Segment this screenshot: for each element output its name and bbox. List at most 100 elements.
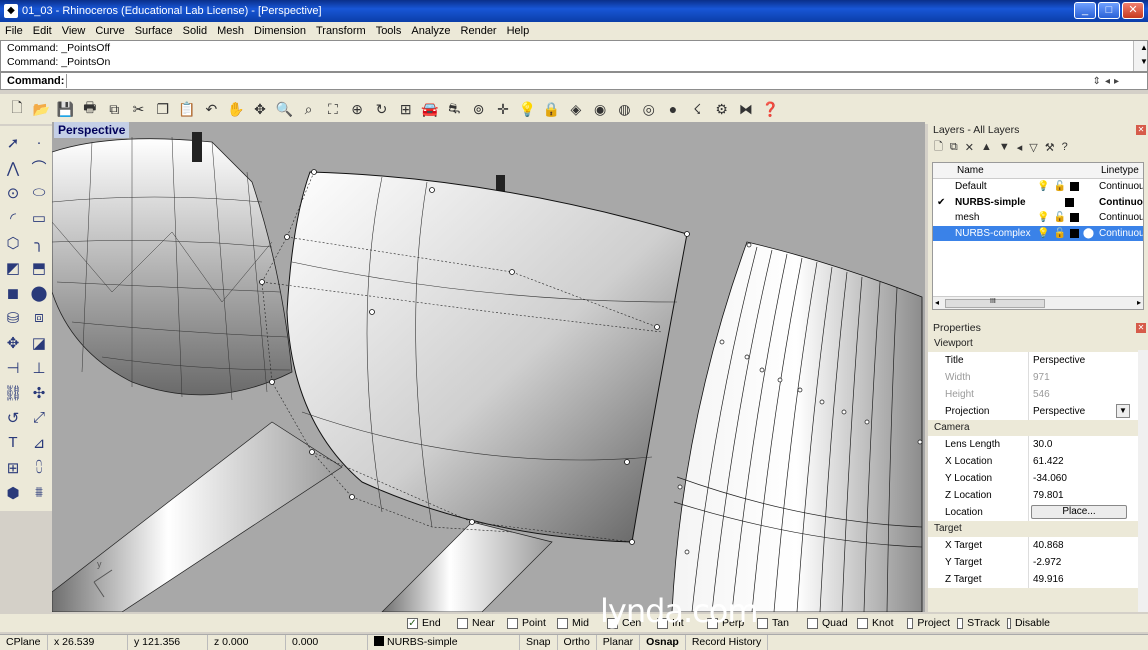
transform-icon[interactable]: ✥ (0, 330, 26, 355)
unlock-icon[interactable]: 🔓 (1053, 179, 1065, 194)
status-ortho[interactable]: Ortho (558, 634, 597, 650)
menu-solid[interactable]: Solid (178, 25, 212, 37)
viewport-title[interactable]: Perspective (54, 122, 130, 138)
column-linetype[interactable]: Linetype (1097, 163, 1139, 178)
status-osnap[interactable]: Osnap (640, 634, 686, 650)
help-icon[interactable]: ? (1062, 141, 1068, 153)
light-bulb-icon[interactable]: 💡 (1037, 179, 1049, 194)
layer-color-swatch[interactable] (1069, 182, 1079, 191)
layer-row-default[interactable]: Default 💡 🔓 Continuous (933, 179, 1143, 195)
column-name[interactable]: Name (953, 163, 1097, 178)
rhino-app-icon[interactable]: ◆ (4, 4, 18, 18)
checkbox[interactable] (957, 617, 964, 629)
cplane-icon[interactable]: ⊚ (468, 98, 490, 120)
light-bulb-icon[interactable]: 💡 (1037, 210, 1049, 225)
scroll-right-icon[interactable]: ▸ (1137, 298, 1141, 307)
explode-icon[interactable]: ✣ (26, 380, 52, 405)
checkbox[interactable] (457, 617, 468, 629)
menu-render[interactable]: Render (456, 25, 502, 37)
checkbox[interactable] (1007, 617, 1011, 629)
move-view-icon[interactable]: ✥ (249, 98, 271, 120)
rotate-icon[interactable]: ↺ (0, 405, 26, 430)
shaded-sphere-icon[interactable]: ◎ (638, 98, 660, 120)
menu-file[interactable]: File (0, 25, 28, 37)
analyze-icon[interactable]: ⬢ (0, 480, 26, 505)
command-input[interactable] (66, 74, 1092, 88)
curve-icon[interactable]: ⌒ (26, 155, 52, 180)
undo-icon[interactable]: ↶ (200, 98, 222, 120)
save-icon[interactable]: 💾 (55, 98, 77, 120)
zoom-extents-icon[interactable]: ⛶ (322, 98, 344, 120)
menu-help[interactable]: Help (502, 25, 535, 37)
select-arrow-icon[interactable]: ➚ (0, 130, 26, 155)
osnap-quad[interactable]: Quad (800, 617, 850, 629)
rendered-sphere-icon[interactable]: ● (662, 98, 684, 120)
status-layer[interactable]: NURBS-simple (368, 634, 520, 650)
osnap-strack[interactable]: STrack (950, 617, 1000, 629)
command-spin-icon[interactable]: ⇕ (1093, 76, 1101, 87)
circle-icon[interactable]: ⊙ (0, 180, 26, 205)
viewport-canvas[interactable]: y (52, 122, 925, 612)
array-icon[interactable]: ⊞ (0, 455, 26, 480)
perspective-viewport[interactable]: y Perspective (52, 122, 925, 612)
boolean-icon[interactable]: ◪ (26, 330, 52, 355)
template-icon[interactable]: ⧉ (103, 98, 125, 120)
polyline-icon[interactable]: ⋀ (0, 155, 26, 180)
named-views-icon[interactable]: ⛐ (443, 98, 465, 120)
new-file-icon[interactable]: 🗋 (6, 98, 28, 120)
menu-edit[interactable]: Edit (28, 25, 57, 37)
layer-color-swatch[interactable] (1069, 213, 1079, 222)
checkbox[interactable] (857, 617, 868, 629)
zoom-selected-icon[interactable]: ⊕ (346, 98, 368, 120)
four-viewports-icon[interactable]: ⊞ (395, 98, 417, 120)
osnap-point[interactable]: Point (500, 617, 550, 629)
layer-row-nurbs-complex[interactable]: NURBS-complex 💡 🔓 ⬤ Continuous (933, 225, 1143, 241)
layer-linetype[interactable]: Continuous (1099, 226, 1143, 241)
osnap-end[interactable]: ✓ End (400, 617, 450, 629)
paste-icon[interactable]: 📋 (176, 98, 198, 120)
close-button[interactable]: ✕ (1122, 2, 1144, 19)
scale-icon[interactable]: ⤢ (26, 405, 52, 430)
curve-fillet-icon[interactable]: ╮ (26, 230, 52, 255)
help-icon[interactable]: ❓ (759, 98, 781, 120)
status-snap[interactable]: Snap (520, 634, 558, 650)
menu-surface[interactable]: Surface (130, 25, 178, 37)
layer-row-nurbs-simple[interactable]: ✔ NURBS-simple Continuous (933, 195, 1143, 211)
osnap-near[interactable]: Near (450, 617, 500, 629)
layer-linetype[interactable]: Continuous (1099, 179, 1143, 194)
prop-title-value[interactable]: Perspective (1028, 352, 1148, 369)
options-gear-icon[interactable]: ⚙ (711, 98, 733, 120)
text-icon[interactable]: T (0, 430, 26, 455)
osnap-project[interactable]: Project (900, 617, 950, 629)
extrude-icon[interactable]: ⬒ (26, 255, 52, 280)
minimize-button[interactable]: _ (1074, 2, 1096, 19)
maximize-button[interactable]: □ (1098, 2, 1120, 19)
box-icon[interactable]: ◼ (0, 280, 26, 305)
snap-icon[interactable]: ✛ (492, 98, 514, 120)
command-left-icon[interactable]: ◂ (1105, 76, 1110, 87)
polygon-icon[interactable]: ⬡ (0, 230, 26, 255)
light-bulb-icon[interactable]: 💡 (516, 98, 538, 120)
checkbox[interactable] (557, 617, 568, 629)
layer-color-swatch[interactable] (1065, 197, 1074, 207)
trim-icon[interactable]: ⊥ (26, 355, 52, 380)
print-icon[interactable]: 🖶 (79, 98, 101, 120)
close-icon[interactable]: ✕ (1136, 125, 1146, 135)
ellipse-icon[interactable]: ⬭ (26, 180, 52, 205)
menu-tools[interactable]: Tools (371, 25, 407, 37)
status-record-history[interactable]: Record History (686, 634, 769, 650)
filter-icon[interactable]: ▽ (1029, 141, 1037, 154)
pan-hand-icon[interactable]: ✋ (225, 98, 247, 120)
zoom-icon[interactable]: 🔍 (273, 98, 295, 120)
status-cplane[interactable]: CPlane (0, 634, 48, 650)
menu-mesh[interactable]: Mesh (212, 25, 249, 37)
lock-icon[interactable]: 🔒 (541, 98, 563, 120)
projection-select[interactable]: Perspective (1033, 406, 1085, 417)
close-icon[interactable]: ✕ (1136, 323, 1146, 333)
osnap-mid[interactable]: Mid (550, 617, 600, 629)
move-down-icon[interactable]: ▼ (999, 141, 1010, 153)
menu-curve[interactable]: Curve (90, 25, 129, 37)
render-mesh-icon[interactable]: ⩩ (26, 480, 52, 505)
layer-linetype[interactable]: Continuous (1099, 210, 1143, 225)
unlock-icon[interactable]: 🔓 (1053, 210, 1065, 225)
